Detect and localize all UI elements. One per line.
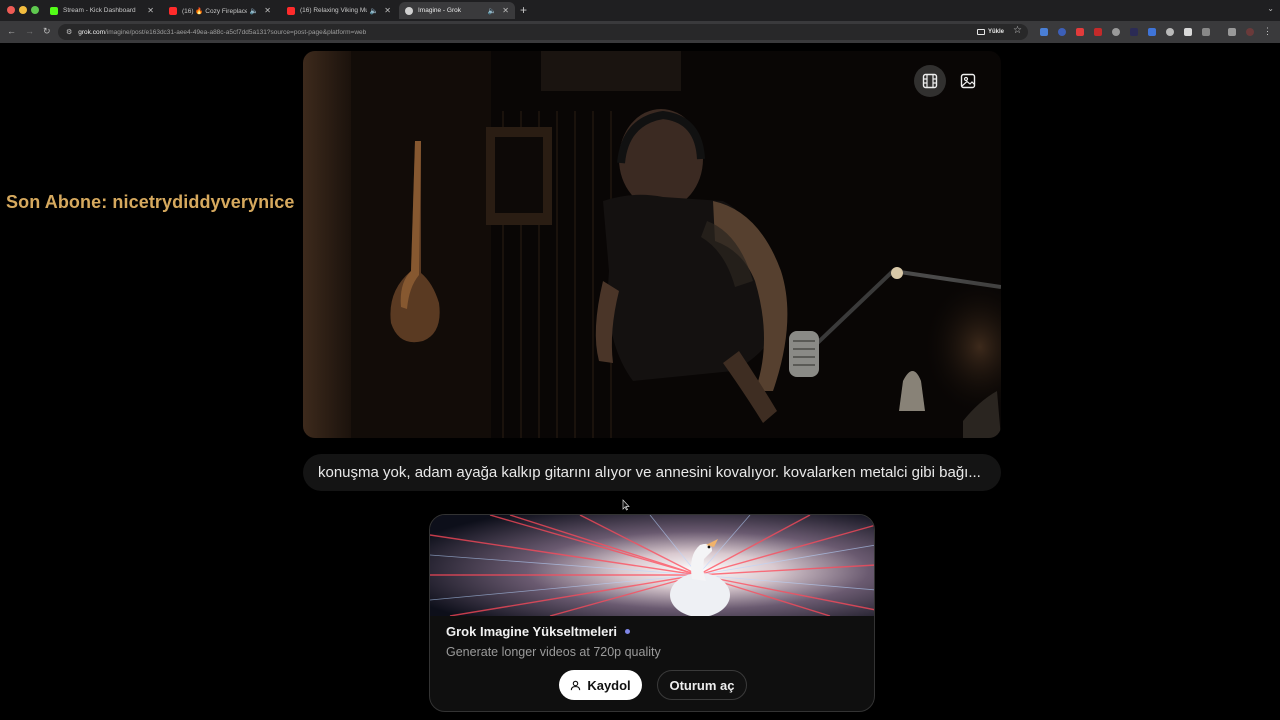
extension-icon[interactable]	[1112, 28, 1120, 36]
tab-title: (16) 🔥 Cozy Fireplace 4K	[182, 7, 247, 15]
audio-playing-icon[interactable]: 🔈	[370, 7, 379, 15]
forward-arrow-icon[interactable]: →	[25, 26, 34, 37]
tab-title: Imagine - Grok	[418, 7, 461, 14]
close-tab-icon[interactable]: ✕	[384, 6, 391, 15]
extension-icon[interactable]	[1058, 28, 1066, 36]
video-frame	[303, 51, 1001, 438]
login-button[interactable]: Oturum aç	[657, 670, 747, 700]
promo-title-text: Grok Imagine Yükseltmeleri	[446, 624, 617, 639]
bookmark-star-icon[interactable]: ☆	[1013, 25, 1022, 36]
tab-viking-music[interactable]: (16) Relaxing Viking Music 🔈 ✕	[281, 2, 397, 19]
last-subscriber-overlay: Son Abone: nicetrydiddyverynice	[6, 192, 295, 212]
audio-playing-icon[interactable]: 🔈	[488, 7, 497, 15]
close-tab-icon[interactable]: ✕	[264, 6, 271, 15]
reading-list-icon[interactable]	[1228, 28, 1236, 36]
site-info-icon[interactable]: ⚙	[66, 28, 72, 36]
browser-tab-bar: Stream - Kick Dashboard ✕ (16) 🔥 Cozy Fi…	[0, 0, 1280, 21]
close-tab-icon[interactable]: ✕	[147, 6, 154, 15]
tab-cozy-fireplace[interactable]: (16) 🔥 Cozy Fireplace 4K 🔈 ✕	[163, 2, 277, 19]
maximize-window-button[interactable]	[31, 6, 39, 14]
audio-playing-icon[interactable]: 🔈	[250, 7, 259, 15]
close-tab-icon[interactable]: ✕	[502, 6, 509, 15]
grok-favicon-icon	[405, 6, 413, 15]
url-path: /imagine/post/e163dc31-aee4-49ea-a88c-a5…	[105, 28, 367, 36]
extension-icon[interactable]	[1130, 28, 1138, 36]
peacock-banner-image	[430, 515, 874, 616]
extension-icon[interactable]	[1094, 28, 1102, 36]
promo-title: Grok Imagine Yükseltmeleri	[446, 624, 630, 639]
extension-icon[interactable]	[1148, 28, 1156, 36]
upgrade-promo-card: Grok Imagine Yükseltmeleri Generate long…	[429, 514, 875, 712]
close-window-button[interactable]	[7, 6, 15, 14]
tab-title: (16) Relaxing Viking Music	[300, 7, 367, 14]
tab-search-chevron-icon[interactable]: ⌄	[1267, 4, 1274, 13]
generated-video-player[interactable]	[303, 51, 1001, 438]
signup-label: Kaydol	[587, 677, 631, 693]
prompt-text[interactable]: konuşma yok, adam ayağa kalkıp gitarını …	[303, 454, 1001, 491]
film-icon	[922, 73, 938, 89]
back-arrow-icon[interactable]: ←	[7, 26, 16, 37]
new-indicator-dot	[625, 629, 630, 634]
extension-icon[interactable]	[1040, 28, 1048, 36]
address-bar[interactable]: ⚙ grok.com/imagine/post/e163dc31-aee4-49…	[58, 24, 1028, 40]
tab-imagine-grok[interactable]: Imagine - Grok 🔈 ✕	[399, 2, 515, 19]
profile-avatar[interactable]	[1246, 28, 1254, 36]
image-icon	[960, 73, 976, 89]
new-tab-button[interactable]: +	[520, 3, 527, 17]
shield-extension-icon[interactable]	[1184, 28, 1192, 36]
video-mode-button[interactable]	[914, 65, 946, 97]
mouse-cursor-icon	[622, 499, 630, 511]
extension-icon[interactable]	[1166, 28, 1174, 36]
youtube-favicon-icon	[287, 6, 295, 15]
image-mode-button[interactable]	[952, 65, 984, 97]
login-label: Oturum aç	[669, 677, 735, 693]
youtube-favicon-icon	[169, 6, 177, 15]
tab-title: Stream - Kick Dashboard	[63, 7, 136, 14]
url-host: grok.com	[78, 28, 106, 36]
reload-icon[interactable]: ↻	[43, 26, 51, 37]
promo-subtitle: Generate longer videos at 720p quality	[446, 645, 661, 659]
browser-menu-icon[interactable]: ⋮	[1263, 26, 1272, 37]
kick-favicon-icon	[50, 6, 58, 15]
extension-icon[interactable]	[1076, 28, 1084, 36]
install-app-button[interactable]: Yükle	[976, 26, 1004, 38]
grok-imagine-page: Son Abone: nicetrydiddyverynice konuşma …	[0, 43, 1280, 720]
extensions-puzzle-icon[interactable]	[1202, 28, 1210, 36]
user-icon	[571, 680, 581, 690]
browser-toolbar: ← → ↻ ⚙ grok.com/imagine/post/e163dc31-a…	[0, 21, 1280, 43]
tab-kick-dashboard[interactable]: Stream - Kick Dashboard ✕	[44, 2, 160, 19]
install-monitor-icon	[976, 29, 985, 35]
minimize-window-button[interactable]	[19, 6, 27, 14]
install-label: Yükle	[987, 29, 1004, 35]
signup-button[interactable]: Kaydol	[559, 670, 642, 700]
